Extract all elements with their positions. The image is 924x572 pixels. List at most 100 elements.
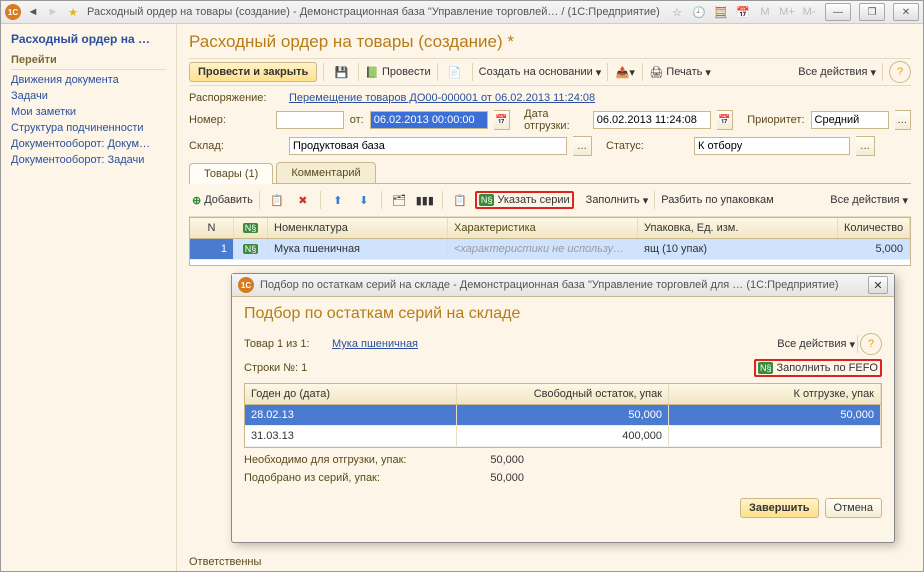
forward-icon[interactable]: ►: [45, 4, 61, 20]
fill-button[interactable]: Заполнить ▾: [586, 194, 649, 207]
fav-icon[interactable]: ☆: [669, 4, 685, 20]
sum2-value: 50,000: [444, 472, 524, 484]
printer-icon: 🖨: [649, 66, 663, 79]
minimize-button[interactable]: —: [825, 3, 851, 21]
back-icon[interactable]: ◄: [25, 4, 41, 20]
number-field[interactable]: [276, 111, 344, 129]
add-button[interactable]: ⊕ Добавить: [192, 194, 253, 207]
col-characteristic[interactable]: Характеристика: [448, 218, 638, 238]
sidebar-link-docflow-tasks[interactable]: Документооборот: Задачи: [11, 154, 166, 166]
mminus-icon[interactable]: M-: [801, 4, 817, 20]
sidebar-title: Расходный ордер на …: [11, 32, 166, 46]
move-down-icon[interactable]: ⬇: [353, 189, 375, 211]
modal-row-2[interactable]: 31.03.13 400,000: [245, 426, 881, 447]
separator: [857, 335, 858, 353]
sidebar-link-notes[interactable]: Мои заметки: [11, 106, 166, 118]
all-actions-label: Все действия: [798, 66, 867, 78]
calc-icon[interactable]: 🧮: [713, 4, 729, 20]
history-icon[interactable]: 🕘: [691, 4, 707, 20]
post-button[interactable]: 📗Провести: [365, 66, 430, 79]
page-title: Расходный ордер на товары (создание) *: [189, 32, 911, 52]
sum1-value: 50,000: [444, 454, 524, 466]
move-up-icon[interactable]: ⬆: [327, 189, 349, 211]
separator: [320, 191, 321, 209]
priority-field[interactable]: [811, 111, 889, 129]
tab-comment[interactable]: Комментарий: [276, 162, 375, 183]
goods-all-actions-button[interactable]: Все действия ▾: [830, 194, 908, 207]
order-link[interactable]: Перемещение товаров ДО00-000001 от 06.02…: [289, 92, 595, 104]
chevron-down-icon: ▾: [870, 66, 876, 79]
finish-button[interactable]: Завершить: [740, 498, 819, 518]
fill-label: Заполнить: [586, 194, 640, 206]
sidebar-link-docflow-docs[interactable]: Документооборот: Докум…: [11, 138, 166, 150]
col-quantity[interactable]: Количество: [838, 218, 910, 238]
m-icon[interactable]: M: [757, 4, 773, 20]
warehouse-field[interactable]: [289, 137, 567, 155]
save-icon[interactable]: 💾: [330, 61, 352, 83]
maximize-button[interactable]: ❐: [859, 3, 885, 21]
post-and-close-button[interactable]: Провести и закрыть: [189, 62, 317, 82]
status-field[interactable]: [694, 137, 850, 155]
priority-more-icon[interactable]: …: [895, 110, 911, 130]
fill-fefo-label: Заполнить по FEFO: [776, 362, 878, 374]
goods-grid[interactable]: N N§ Номенклатура Характеристика Упаковк…: [189, 217, 911, 266]
print-button[interactable]: 🖨 Печать ▾: [649, 66, 711, 79]
star-icon[interactable]: ★: [65, 4, 81, 20]
modal-all-actions-label: Все действия: [777, 338, 846, 350]
doc-icon[interactable]: 📄: [444, 61, 466, 83]
series-icon: N§: [479, 194, 495, 206]
upload-icon[interactable]: 📤▾: [614, 61, 636, 83]
cancel-button[interactable]: Отмена: [825, 498, 882, 518]
copy-icon[interactable]: 📋: [266, 189, 288, 211]
modal-titlebar: 1C Подбор по остаткам серий на складе - …: [232, 274, 894, 297]
barcode-icon[interactable]: ▮▮▮: [414, 189, 436, 211]
chevron-down-icon: ▾: [596, 66, 602, 79]
mplus-icon[interactable]: M+: [779, 4, 795, 20]
specify-series-button[interactable]: N§ Указать серии: [479, 194, 570, 206]
ship-date-picker-icon[interactable]: 📅: [717, 110, 733, 130]
close-button[interactable]: ✕: [893, 3, 919, 21]
modal-row-1[interactable]: 28.02.13 50,000 50,000: [245, 405, 881, 426]
modal-help-icon[interactable]: ?: [860, 333, 882, 355]
split-packs-button[interactable]: Разбить по упаковкам: [661, 194, 774, 206]
col-package[interactable]: Упаковка, Ед. изм.: [638, 218, 838, 238]
fill-fefo-button[interactable]: N§ Заполнить по FEFO: [758, 362, 878, 374]
sidebar-link-tasks[interactable]: Задачи: [11, 90, 166, 102]
all-actions-button[interactable]: Все действия ▾: [798, 66, 876, 79]
from-label: от:: [350, 114, 364, 126]
calendar-icon[interactable]: 📅: [735, 4, 751, 20]
separator: [259, 191, 260, 209]
card-icon[interactable]: 🗂: [388, 189, 410, 211]
list-icon[interactable]: 📋: [449, 189, 471, 211]
status-more-icon[interactable]: …: [856, 136, 875, 156]
date-field[interactable]: [370, 111, 488, 129]
col-n[interactable]: N: [190, 218, 234, 238]
modal-all-actions-button[interactable]: Все действия ▾: [777, 338, 855, 351]
goods-row-1[interactable]: 1 N§ Мука пшеничная <характеристики не и…: [190, 239, 910, 260]
modal-product-row: Товар 1 из 1: Мука пшеничная Все действи…: [244, 333, 882, 355]
date-picker-icon[interactable]: 📅: [494, 110, 510, 130]
col-series-icon[interactable]: N§: [234, 218, 268, 238]
warehouse-more-icon[interactable]: …: [573, 136, 592, 156]
sidebar-link-structure[interactable]: Структура подчиненности: [11, 122, 166, 134]
separator: [607, 63, 608, 81]
mcell-free-1: 50,000: [457, 405, 669, 425]
modal-close-button[interactable]: ✕: [868, 276, 888, 294]
ship-date-label: Дата отгрузки:: [524, 108, 587, 132]
modal-grid[interactable]: Годен до (дата) Свободный остаток, упак …: [244, 383, 882, 448]
sum2-label: Подобрано из серий, упак:: [244, 472, 444, 484]
cell-n: 1: [190, 239, 234, 259]
delete-icon[interactable]: ✖: [292, 189, 314, 211]
mcol-date[interactable]: Годен до (дата): [245, 384, 457, 404]
modal-product-link[interactable]: Мука пшеничная: [332, 338, 418, 350]
sidebar-link-movements[interactable]: Движения документа: [11, 74, 166, 86]
help-icon[interactable]: ?: [889, 61, 911, 83]
create-based-button[interactable]: Создать на основании ▾: [479, 66, 602, 79]
warehouse-label: Склад:: [189, 140, 283, 152]
tab-goods[interactable]: Товары (1): [189, 163, 273, 184]
mcol-ship[interactable]: К отгрузке, упак: [669, 384, 881, 404]
col-nomenclature[interactable]: Номенклатура: [268, 218, 448, 238]
mcol-free[interactable]: Свободный остаток, упак: [457, 384, 669, 404]
ship-date-field[interactable]: [593, 111, 711, 129]
goods-grid-body: 1 N§ Мука пшеничная <характеристики не и…: [190, 239, 910, 265]
